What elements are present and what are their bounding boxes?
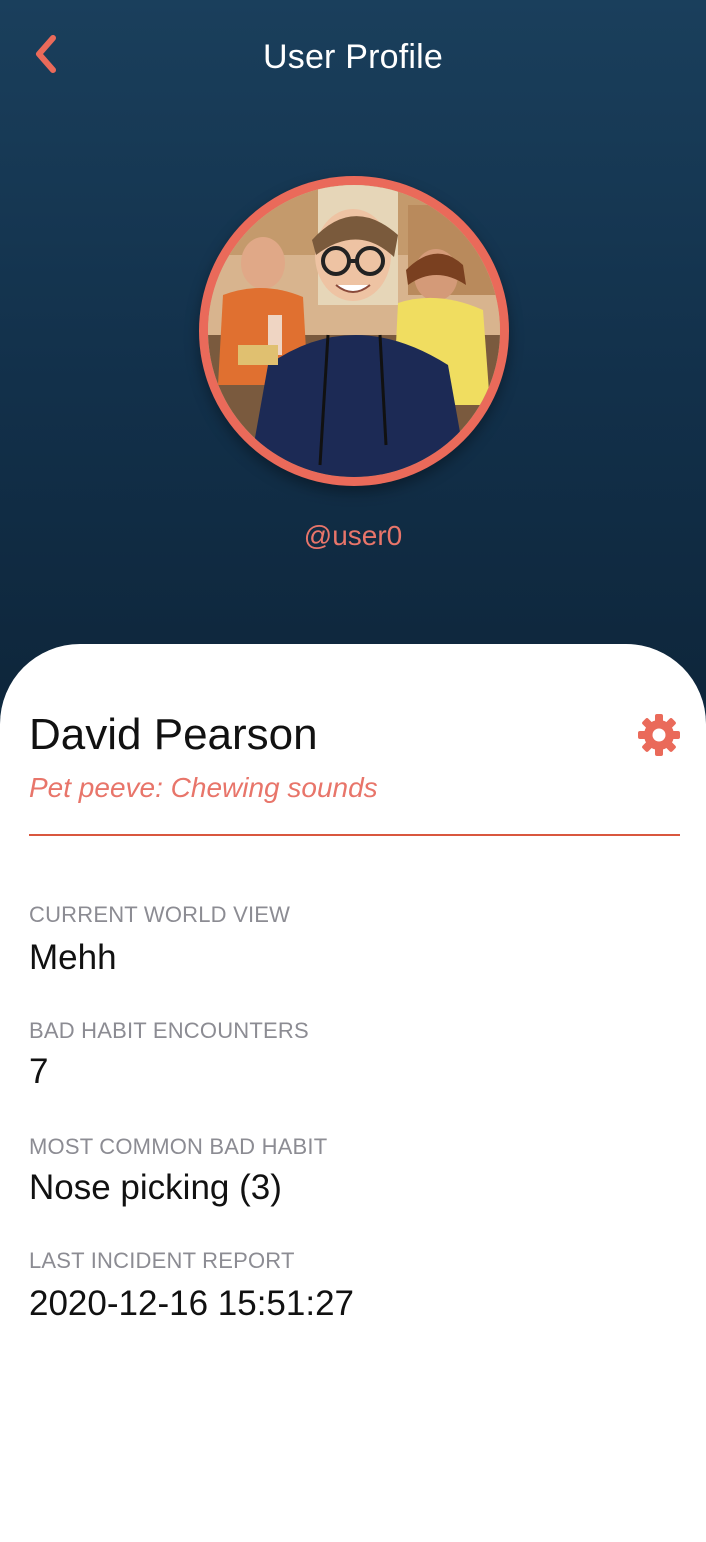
username-handle: @user0: [303, 520, 403, 551]
stat-label-common-habit: MOST COMMON BAD HABIT: [29, 1134, 328, 1159]
profile-photo: [208, 185, 500, 477]
divider: [29, 834, 680, 836]
profile-header: User Profile @user0: [0, 0, 706, 700]
gear-icon: [638, 714, 680, 756]
stat-value-common-habit: Nose picking (3): [29, 1168, 282, 1207]
stat-label-world-view: CURRENT WORLD VIEW: [29, 902, 291, 927]
avatar[interactable]: [199, 176, 509, 486]
pet-peeve: Pet peeve: Chewing sounds: [29, 772, 378, 803]
stat-value-world-view: Mehh: [29, 938, 117, 977]
page-title: User Profile: [262, 38, 443, 76]
stat-label-encounters: BAD HABIT ENCOUNTERS: [29, 1018, 309, 1043]
stat-value-encounters: 7: [29, 1052, 49, 1091]
stat-value-last-incident: 2020-12-16 15:51:27: [29, 1284, 354, 1323]
user-name: David Pearson: [29, 710, 318, 759]
profile-card: David Pearson Pet peeve: Chewing sounds …: [0, 644, 706, 1542]
stat-label-last-incident: LAST INCIDENT REPORT: [29, 1248, 295, 1273]
settings-button[interactable]: [636, 712, 682, 758]
